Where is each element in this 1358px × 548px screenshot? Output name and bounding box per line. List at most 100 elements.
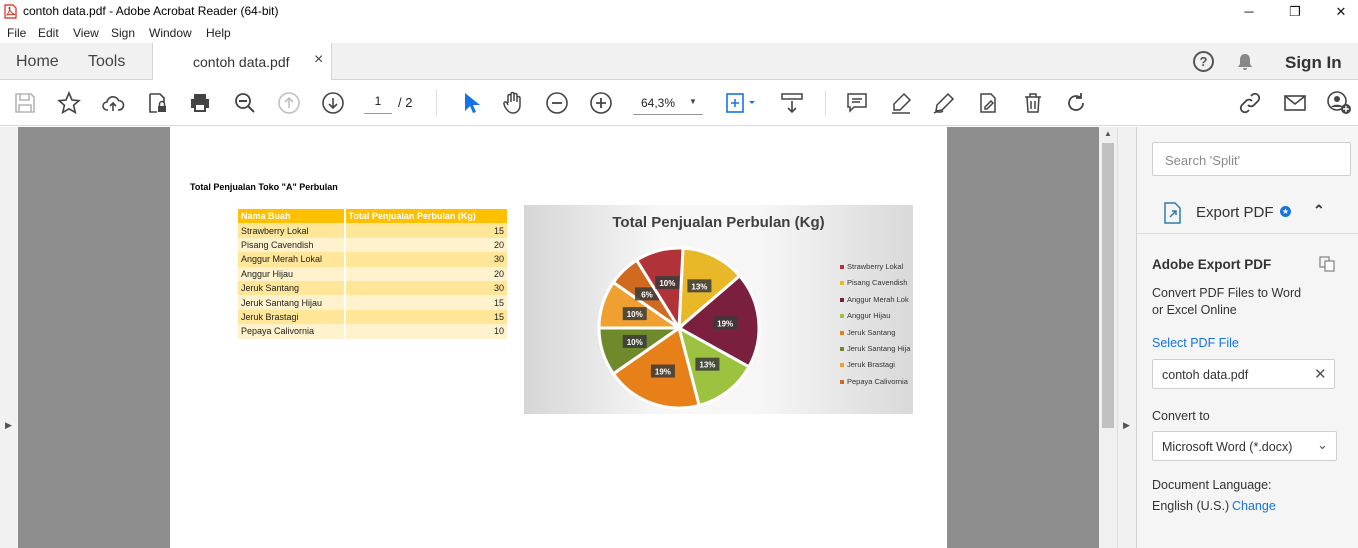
table-cell: 30	[343, 252, 507, 267]
table-cell: Anggur Hijau	[238, 266, 345, 281]
zoom-dropdown[interactable]: 64,3% ▼	[633, 93, 703, 115]
scrollbar-thumb[interactable]	[1102, 143, 1114, 428]
table-header-row: Nama Buah Total Penjualan Perbulan (Kg)	[238, 209, 507, 224]
table-cell: Strawberry Lokal	[238, 223, 345, 238]
menu-help[interactable]: Help	[206, 26, 231, 40]
tab-home[interactable]: Home	[16, 53, 59, 71]
previous-page-icon[interactable]	[277, 91, 301, 115]
table-cell: 20	[343, 266, 507, 281]
comment-icon[interactable]	[845, 91, 869, 115]
table-cell: 15	[343, 295, 507, 310]
legend-swatch	[840, 363, 844, 368]
pie-svg: 13% 19% 13% 19% 10% 10% 6% 10%	[597, 246, 761, 410]
legend-label: Anggur Merah Lok	[847, 294, 909, 304]
table-cell: Anggur Merah Lokal	[238, 252, 345, 267]
toolbar: 1 / 2 64,3% ▼	[0, 80, 1358, 126]
legend-entry: Strawberry Lokal	[840, 262, 903, 271]
remove-file-icon[interactable]: ✕	[1314, 365, 1327, 383]
convert-to-dropdown[interactable]: Microsoft Word (*.docx) ⌄	[1152, 431, 1337, 461]
export-pdf-title: Export PDF	[1196, 204, 1274, 221]
selected-file-name: contoh data.pdf	[1162, 368, 1249, 382]
protect-file-icon[interactable]	[145, 91, 169, 115]
zoom-in-icon[interactable]	[589, 91, 613, 115]
menu-window[interactable]: Window	[149, 26, 192, 40]
table-row: Pepaya Calivornia 10	[238, 324, 507, 339]
right-pane-toggle[interactable]: ▶	[1117, 127, 1136, 548]
print-icon[interactable]	[188, 91, 212, 115]
close-tab-icon[interactable]: ×	[314, 51, 323, 69]
select-pdf-file-link[interactable]: Select PDF File	[1152, 336, 1239, 350]
search-tools-input[interactable]: Search 'Split'	[1152, 142, 1351, 176]
description-line-1: Convert PDF Files to Word	[1152, 286, 1302, 300]
fill-sign-icon[interactable]	[976, 91, 1000, 115]
table-row: Jeruk Brastagi 15	[238, 309, 507, 325]
menu-edit[interactable]: Edit	[38, 26, 59, 40]
table-row: Strawberry Lokal 15	[238, 223, 507, 238]
table-cell: Pepaya Calivornia	[238, 324, 345, 339]
page-number-input[interactable]: 1	[364, 94, 392, 114]
select-cursor-icon[interactable]	[459, 91, 483, 115]
help-icon[interactable]: ?	[1193, 51, 1214, 72]
email-icon[interactable]	[1283, 91, 1307, 115]
next-page-icon[interactable]	[321, 91, 345, 115]
table-cell: Jeruk Brastagi	[238, 309, 345, 325]
table-cell: Jeruk Santang	[238, 280, 345, 296]
scroll-mode-icon[interactable]	[780, 91, 804, 115]
window-title: contoh data.pdf - Adobe Acrobat Reader (…	[23, 4, 279, 18]
menu-file[interactable]: File	[7, 26, 26, 40]
scroll-up-icon[interactable]: ▲	[1104, 129, 1112, 138]
sign-pen-icon[interactable]	[932, 91, 956, 115]
zoom-out-icon[interactable]	[545, 91, 569, 115]
svg-text:13%: 13%	[699, 361, 715, 370]
page-heading: Total Penjualan Toko "A" Perbulan	[190, 182, 338, 192]
svg-text:10%: 10%	[627, 310, 643, 319]
export-pdf-header[interactable]: Export PDF ★ ⌃	[1137, 192, 1358, 234]
rotate-icon[interactable]	[1064, 91, 1088, 115]
left-pane-collapsed[interactable]: ▶	[0, 127, 18, 548]
star-icon[interactable]	[57, 90, 81, 115]
svg-text:10%: 10%	[627, 338, 643, 347]
bell-icon[interactable]	[1236, 52, 1254, 72]
hand-tool-icon[interactable]	[501, 91, 525, 115]
share-link-icon[interactable]	[1238, 91, 1262, 115]
legend-swatch	[840, 347, 844, 352]
minimize-button[interactable]: ─	[1226, 0, 1272, 23]
tab-tools[interactable]: Tools	[88, 53, 125, 71]
premium-badge-icon: ★	[1280, 206, 1291, 217]
menu-sign[interactable]: Sign	[111, 26, 135, 40]
legend-entry: Anggur Hijau	[840, 311, 890, 320]
legend-label: Jeruk Brastagi	[847, 360, 895, 370]
add-user-icon[interactable]	[1327, 91, 1351, 115]
legend-entry: Jeruk Santang Hija	[840, 344, 910, 353]
table-row: Anggur Hijau 20	[238, 266, 507, 281]
upload-cloud-icon[interactable]	[101, 91, 125, 115]
selected-file-field[interactable]: contoh data.pdf ✕	[1152, 359, 1335, 389]
menu-view[interactable]: View	[73, 26, 99, 40]
vertical-scrollbar[interactable]: ▲	[1099, 127, 1117, 548]
pie-data-label: 10%	[622, 307, 647, 321]
expand-left-pane-icon[interactable]: ▶	[5, 420, 12, 431]
files-icon[interactable]	[1319, 256, 1335, 272]
sign-in-button[interactable]: Sign In	[1285, 53, 1342, 73]
legend-swatch	[840, 297, 844, 302]
tab-document[interactable]: contoh data.pdf ×	[152, 43, 332, 80]
find-text-icon[interactable]	[233, 91, 257, 115]
change-language-link[interactable]: Change	[1232, 499, 1276, 513]
legend-swatch	[840, 330, 844, 335]
collapse-chevron-icon[interactable]: ⌃	[1313, 202, 1325, 219]
pie-data-label: 19%	[650, 364, 675, 378]
delete-icon[interactable]	[1021, 91, 1045, 115]
save-icon[interactable]	[13, 91, 37, 115]
table-header-cell: Total Penjualan Perbulan (Kg)	[343, 209, 507, 224]
svg-text:19%: 19%	[655, 368, 671, 377]
legend-entry: Pisang Cavendish	[840, 278, 907, 287]
maximize-button[interactable]: ❐	[1272, 0, 1318, 23]
table-row: Anggur Merah Lokal 30	[238, 252, 507, 267]
menu-bar: File Edit View Sign Window Help	[0, 23, 1358, 43]
pie-chart: Total Penjualan Perbulan (Kg) 13% 19% 13% 1…	[524, 205, 913, 414]
highlight-icon[interactable]	[889, 91, 913, 115]
close-window-button[interactable]: ✕	[1318, 0, 1358, 23]
collapse-right-pane-icon[interactable]: ▶	[1123, 420, 1130, 431]
fit-page-icon[interactable]	[724, 91, 758, 115]
legend-entry: Pepaya Calivornia	[840, 377, 908, 386]
